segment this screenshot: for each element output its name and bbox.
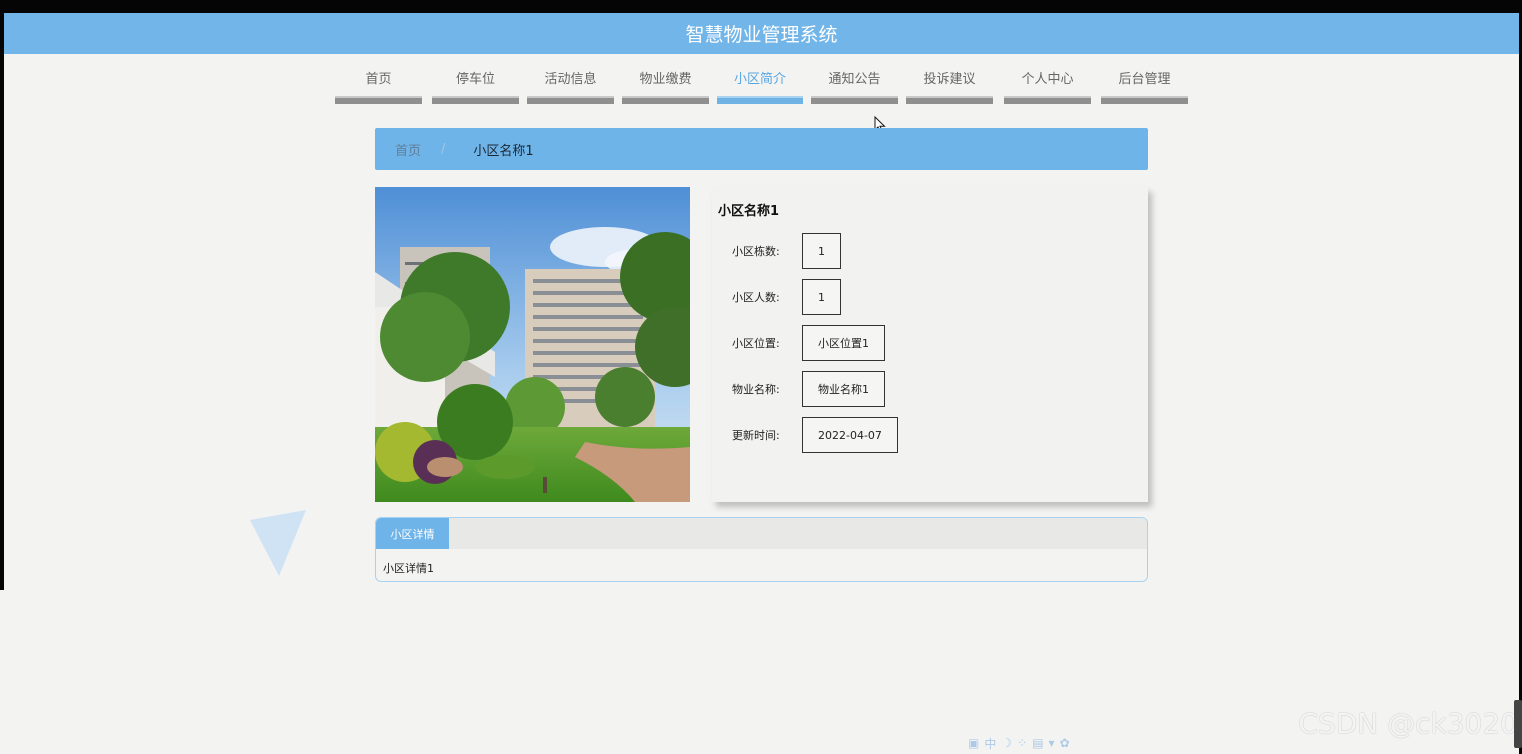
ime-logo-icon: ▣ — [968, 736, 980, 750]
field-value: 1 — [802, 233, 841, 269]
nav-item-activities[interactable]: 活动信息 — [527, 64, 614, 104]
ime-shirt-icon: ▾ — [1048, 736, 1055, 750]
ime-gear-icon: ✿ — [1059, 736, 1070, 750]
breadcrumb: 首页 / 小区名称1 — [375, 128, 1148, 170]
nav-item-community-intro[interactable]: 小区简介 — [717, 64, 803, 104]
site-title: 智慧物业管理系统 — [685, 24, 838, 46]
nav-underline — [432, 96, 519, 104]
field-label: 小区人数: — [732, 291, 780, 304]
field-label: 小区栋数: — [732, 245, 780, 258]
ime-mode-label: 中 — [984, 736, 997, 751]
detail-tabs: 小区详情 小区详情1 — [375, 517, 1148, 582]
screen-top-border — [0, 0, 1522, 13]
nav-item-complaints[interactable]: 投诉建议 — [906, 64, 993, 104]
nav-label: 通知公告 — [828, 72, 881, 87]
field-label: 小区位置: — [732, 337, 780, 350]
nav-label: 个人中心 — [1021, 72, 1074, 87]
tab-content: 小区详情1 — [383, 562, 434, 575]
breadcrumb-home-link[interactable]: 首页 — [395, 140, 421, 159]
tab-community-details[interactable]: 小区详情 — [376, 518, 449, 549]
community-title: 小区名称1 — [718, 204, 780, 219]
community-photo — [375, 187, 690, 502]
nav-label: 投诉建议 — [923, 72, 976, 87]
ime-dots-icon: ⁘ — [1017, 736, 1028, 750]
site-header: 智慧物业管理系统 — [4, 13, 1519, 54]
community-info-card: 小区名称1 小区栋数: 1 小区人数: 1 小区位置: 小区位置1 物业名称: … — [712, 187, 1148, 502]
nav-item-notices[interactable]: 通知公告 — [811, 64, 898, 104]
nav-item-property-fees[interactable]: 物业缴费 — [622, 64, 709, 104]
field-label: 更新时间: — [732, 429, 780, 442]
screen-left-border — [0, 13, 4, 590]
nav-item-parking[interactable]: 停车位 — [432, 64, 519, 104]
nav-underline — [906, 96, 993, 104]
nav-underline — [622, 96, 709, 104]
field-value: 小区位置1 — [802, 325, 885, 361]
field-value: 物业名称1 — [802, 371, 885, 407]
nav-label: 后台管理 — [1118, 72, 1171, 87]
scrollbar-handle[interactable] — [1514, 700, 1522, 748]
ime-toolbar[interactable]: ▣ 中 ☽ ⁘ ▤ ▾ ✿ — [968, 734, 1070, 752]
watermark-text: CSDN @ck3020 — [1298, 707, 1518, 740]
breadcrumb-separator: / — [441, 141, 446, 157]
nav-item-admin[interactable]: 后台管理 — [1101, 64, 1188, 104]
nav-underline — [1101, 96, 1188, 104]
nav-label: 小区简介 — [733, 72, 786, 87]
tab-strip — [376, 518, 1147, 549]
ime-keyboard-icon: ▤ — [1032, 736, 1044, 750]
decorative-triangle-icon — [250, 510, 306, 576]
field-value: 1 — [802, 279, 841, 315]
nav-underline — [335, 96, 422, 104]
field-value: 2022-04-07 — [802, 417, 898, 453]
nav-label: 首页 — [365, 72, 392, 87]
nav-item-personal-center[interactable]: 个人中心 — [1004, 64, 1091, 104]
nav-underline — [1004, 96, 1091, 104]
nav-label: 停车位 — [455, 72, 495, 87]
nav-label: 活动信息 — [544, 72, 597, 87]
nav-underline — [717, 96, 803, 104]
ime-moon-icon: ☽ — [1001, 736, 1013, 750]
nav-underline — [811, 96, 898, 104]
field-label: 物业名称: — [732, 383, 780, 396]
nav-item-home[interactable]: 首页 — [335, 64, 422, 104]
breadcrumb-current: 小区名称1 — [473, 143, 534, 159]
nav-underline — [527, 96, 614, 104]
nav-label: 物业缴费 — [639, 72, 692, 87]
